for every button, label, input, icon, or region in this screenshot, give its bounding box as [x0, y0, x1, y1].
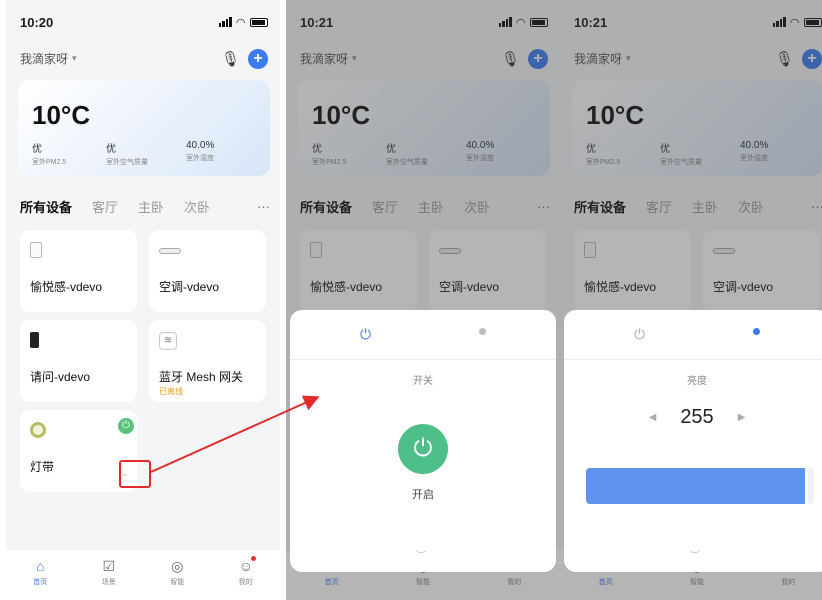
device-name: 请问-vdevo — [30, 370, 91, 384]
status-time: 10:20 — [20, 14, 54, 30]
panel-title: 开关 — [413, 376, 433, 387]
phone-device-icon — [30, 332, 39, 348]
more-icon[interactable]: ··· — [257, 199, 270, 214]
phone-screen-switch-panel: 10:21 ◠ 我滴家呀 ▾ 🎙︎ + 10°C 优室外PM2.5 优室外空气质… — [286, 0, 560, 600]
slider-fill — [586, 468, 805, 504]
status-bar: 10:20 ◠ — [6, 0, 280, 44]
control-tabs: ⏻ — [290, 310, 556, 360]
bottom-tab-bar: ⌂ 首页 ☑ 场景 ◎ 智能 ☺ 我的 — [6, 550, 280, 600]
brightness-stepper: ◀ 255 ▶ — [564, 406, 822, 429]
wifi-icon: ◠ — [236, 16, 245, 29]
power-button[interactable]: ⏻ — [118, 418, 134, 434]
phone-screen-brightness-panel: 10:21 ◠ 我滴家呀 ▾ 🎙︎ + 10°C 优室外PM2.5 优室外空气质… — [560, 0, 822, 600]
smart-icon: ◎ — [171, 558, 184, 574]
home-name: 我滴家呀 — [20, 52, 69, 66]
add-device-button[interactable]: + — [248, 49, 268, 69]
home-icon: ⌂ — [36, 558, 45, 574]
tab-scene[interactable]: ☑ 场景 — [89, 558, 129, 587]
device-name: 蓝牙 Mesh 网关 — [159, 370, 244, 384]
brightness-slider[interactable] — [586, 468, 814, 504]
tab-profile[interactable]: ☺我的 — [226, 556, 266, 587]
home-selector[interactable]: 我滴家呀 ▾ — [20, 50, 77, 67]
tab-master-bedroom[interactable]: 主卧 — [138, 197, 164, 216]
tab-home[interactable]: ⌂首页 — [20, 558, 60, 587]
device-card[interactable]: 请问-vdevo — [20, 320, 137, 402]
power-toggle-button[interactable]: ⏻ — [398, 424, 448, 474]
air-conditioner-icon — [159, 248, 181, 254]
device-card[interactable]: ≋ 蓝牙 Mesh 网关 已离线 — [149, 320, 266, 402]
profile-icon: ☺ — [238, 556, 256, 574]
decrease-arrow-icon[interactable]: ◀ — [649, 412, 657, 423]
sensor-icon — [30, 242, 42, 258]
battery-icon — [250, 17, 268, 27]
tab-all-devices[interactable]: 所有设备 — [20, 197, 72, 216]
device-name: 空调-vdevo — [159, 280, 220, 294]
control-sheet-switch: ⏻ 开关 ⏻ 开启 ︶ — [290, 310, 556, 572]
brightness-tab-dot[interactable] — [479, 328, 486, 335]
weather-stat: 40.0% 室外湿度 — [186, 140, 215, 162]
control-sheet-brightness: ⏻ 亮度 ◀ 255 ▶ ︶ — [564, 310, 822, 572]
increase-arrow-icon[interactable]: ▶ — [738, 412, 746, 423]
weather-card: 10°C 优室外PM2.5 优室外空气质量 40.0% 室外湿度 — [18, 80, 270, 176]
signal-icon — [218, 17, 232, 27]
notification-dot — [250, 556, 256, 561]
power-tab-icon[interactable]: ⏻ — [360, 326, 371, 343]
device-name: 灯带 — [30, 460, 55, 474]
control-tabs: ⏻ — [564, 310, 822, 360]
power-state-label: 开启 — [412, 489, 434, 501]
device-card[interactable]: 空调-vdevo — [149, 230, 266, 312]
tab-living-room[interactable]: 客厅 — [92, 197, 118, 216]
sheet-handle-icon[interactable]: ︶ — [690, 547, 700, 562]
weather-stat: 优室外PM2.5 — [32, 144, 67, 166]
chevron-down-icon: ▾ — [72, 53, 77, 63]
tab-smart[interactable]: ◎智能 — [157, 558, 197, 587]
brightness-value: 255 — [680, 406, 714, 428]
weather-stat: 优室外空气质量 — [106, 144, 148, 166]
phone-screen-home: 10:20 ◠ 我滴家呀 ▾ 🎙︎ + 10°C 优室外PM2.5 优室外空气质… — [6, 0, 280, 600]
wifi-gateway-icon: ≋ — [159, 332, 177, 350]
room-tabs: 所有设备 客厅 主卧 次卧 ··· — [20, 196, 270, 216]
tab-second-bedroom[interactable]: 次卧 — [184, 197, 210, 216]
microphone-icon[interactable]: 🎙︎ — [221, 50, 240, 68]
brightness-tab-dot[interactable] — [753, 328, 760, 335]
device-status: 已离线 — [159, 387, 183, 396]
slider-thumb[interactable] — [804, 468, 808, 504]
sheet-handle-icon[interactable]: ︶ — [416, 547, 426, 562]
scene-icon: ☑ — [102, 558, 116, 574]
temperature: 10°C — [32, 100, 91, 130]
light-strip-icon — [30, 422, 46, 438]
panel-title: 亮度 — [687, 376, 707, 387]
power-tab-icon[interactable]: ⏻ — [634, 326, 645, 343]
device-name: 愉悦感-vdevo — [30, 280, 103, 294]
annotation-highlight-box — [119, 460, 151, 488]
device-card[interactable]: 愉悦感-vdevo — [20, 230, 137, 312]
